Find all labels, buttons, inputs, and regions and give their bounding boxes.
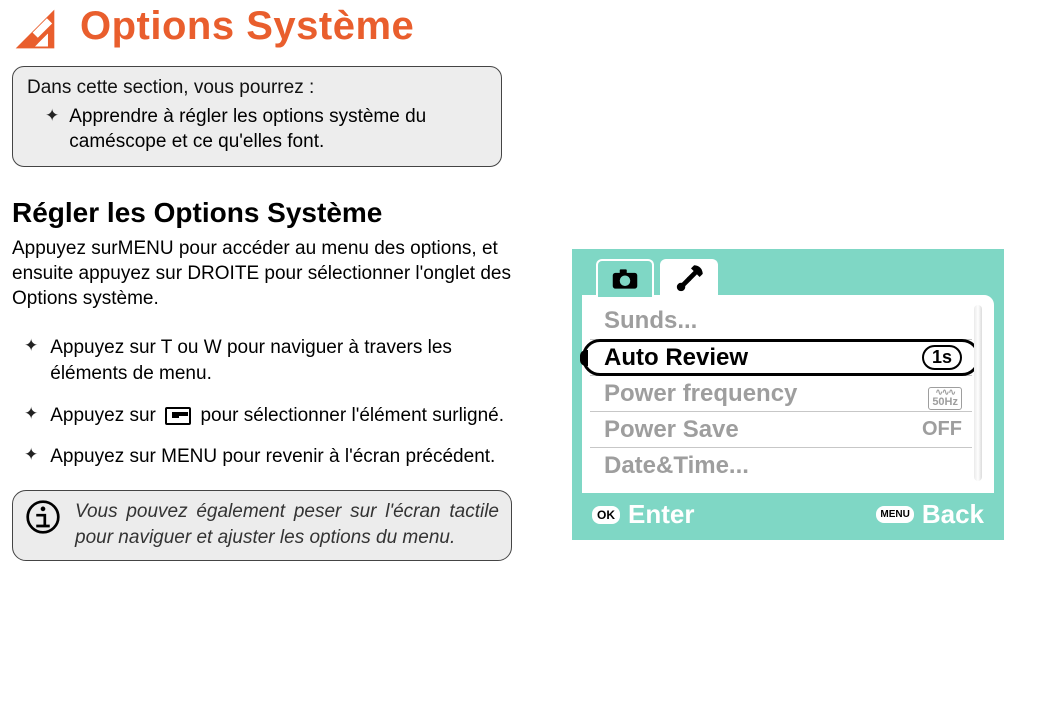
menu-label: Auto Review bbox=[604, 344, 748, 372]
menu-item-date-time[interactable]: Date&Time... bbox=[590, 447, 972, 483]
menu-label: Power Save bbox=[604, 416, 739, 444]
lcd-panel: Sunds... Auto Review 1s Power frequency bbox=[582, 295, 994, 493]
lcd-footer: OK Enter MENU Back bbox=[582, 493, 994, 530]
star-bullet-icon: ✦ bbox=[24, 335, 38, 386]
ok-chip: OK bbox=[592, 506, 620, 524]
star-bullet-icon: ✦ bbox=[24, 403, 38, 429]
bullet-text: Appuyez sur T ou W pour naviguer à trave… bbox=[50, 335, 522, 386]
star-bullet-icon: ✦ bbox=[45, 105, 59, 154]
page-title: Options Système bbox=[80, 4, 414, 49]
intro-lead: Dans cette section, vous pourrez : bbox=[27, 77, 487, 99]
intro-item: ✦ Apprendre à régler les options système… bbox=[27, 105, 487, 154]
menu-item-power-save[interactable]: Power Save OFF bbox=[590, 411, 972, 447]
bullet-item: ✦ Appuyez sur MENU pour revenir à l'écra… bbox=[12, 436, 522, 478]
menu-value: 1s bbox=[922, 345, 962, 370]
bullet-item: ✦ Appuyez sur pour sélectionner l'élémen… bbox=[12, 395, 522, 437]
tip-text: Vous pouvez également peser sur l'écran … bbox=[75, 499, 499, 550]
section-title: Régler les Options Système bbox=[12, 197, 1042, 229]
menu-label: Power frequency bbox=[604, 380, 797, 408]
info-icon bbox=[25, 499, 61, 535]
arrow-down-right-icon bbox=[12, 6, 58, 52]
menu-item-sounds[interactable]: Sunds... bbox=[590, 303, 972, 339]
page-header: Options Système bbox=[12, 6, 1042, 52]
left-column: Appuyez surMENU pour accéder au menu des… bbox=[12, 233, 522, 561]
star-bullet-icon: ✦ bbox=[24, 444, 38, 470]
lcd-preview: Sunds... Auto Review 1s Power frequency bbox=[572, 249, 1004, 540]
content-columns: Appuyez surMENU pour accéder au menu des… bbox=[12, 233, 1042, 561]
bullet-text: Appuyez sur pour sélectionner l'élément … bbox=[50, 403, 522, 429]
footer-enter[interactable]: OK Enter bbox=[592, 499, 694, 530]
bullet-text-part: pour sélectionner l'élément surligné. bbox=[200, 405, 504, 426]
hz-chip: ∿∿∿50Hz bbox=[928, 387, 962, 410]
menu-label: Sunds... bbox=[604, 307, 697, 335]
bullet-text-part: Appuyez sur bbox=[50, 405, 156, 426]
footer-enter-label: Enter bbox=[628, 499, 694, 530]
scrollbar[interactable] bbox=[974, 305, 982, 481]
footer-back-label: Back bbox=[922, 499, 984, 530]
menu-value: ∿∿∿50Hz bbox=[928, 378, 962, 410]
tip-box: Vous pouvez également peser sur l'écran … bbox=[12, 490, 512, 561]
intro-item-text: Apprendre à régler les options système d… bbox=[69, 105, 487, 154]
menu-chip: MENU bbox=[876, 506, 913, 523]
bullet-item: ✦ Appuyez sur T ou W pour naviguer à tra… bbox=[12, 327, 522, 394]
record-button-icon bbox=[165, 407, 191, 425]
footer-back[interactable]: MENU Back bbox=[876, 499, 984, 530]
camera-icon bbox=[611, 265, 639, 293]
menu-item-power-frequency[interactable]: Power frequency ∿∿∿50Hz bbox=[590, 375, 972, 411]
selection-knob-icon bbox=[580, 350, 588, 366]
menu-label: Date&Time... bbox=[604, 452, 749, 480]
tools-icon bbox=[674, 264, 704, 294]
bullet-list: ✦ Appuyez sur T ou W pour naviguer à tra… bbox=[12, 327, 522, 478]
intro-box: Dans cette section, vous pourrez : ✦ App… bbox=[12, 66, 502, 167]
lcd-tabs bbox=[582, 259, 994, 297]
section-paragraph: Appuyez surMENU pour accéder au menu des… bbox=[12, 237, 522, 311]
menu-value: OFF bbox=[922, 418, 962, 441]
bullet-text: Appuyez sur MENU pour revenir à l'écran … bbox=[50, 444, 522, 470]
tab-system-settings[interactable] bbox=[660, 259, 718, 297]
menu-item-auto-review[interactable]: Auto Review 1s bbox=[590, 339, 972, 375]
lcd-screen: Sunds... Auto Review 1s Power frequency bbox=[572, 249, 1004, 540]
tab-camera[interactable] bbox=[596, 259, 654, 297]
menu-list: Sunds... Auto Review 1s Power frequency bbox=[590, 303, 972, 483]
